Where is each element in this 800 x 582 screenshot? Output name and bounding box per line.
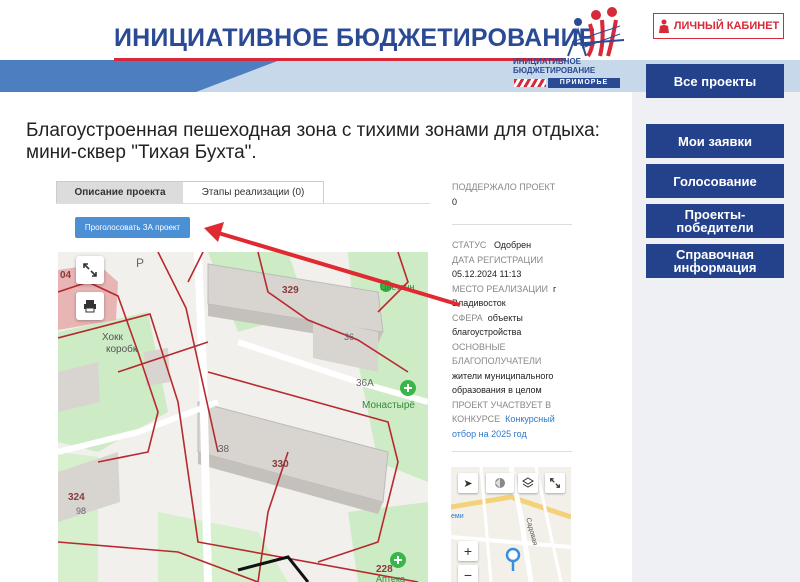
zoom-in-button[interactable]: + (458, 541, 478, 561)
map-label: Цветочн (380, 282, 415, 292)
plus-icon: + (463, 543, 473, 559)
print-button[interactable] (76, 292, 104, 320)
info-divider (452, 451, 572, 452)
reg-date-value: 05.12.2024 11:13 (452, 269, 522, 279)
map-label: 98 (76, 506, 87, 516)
personal-cabinet-button[interactable]: ЛИЧНЫЙ КАБИНЕТ (653, 13, 784, 39)
map-label: Аптека (376, 574, 406, 582)
status-label: СТАТУС (452, 240, 487, 250)
geolocate-button[interactable]: ➤ (458, 473, 478, 493)
user-icon (658, 19, 669, 33)
map-canvas (58, 252, 428, 582)
map-label: коробк (106, 344, 138, 355)
sidebar-item-label: Проекты-победители (676, 207, 754, 235)
location-map[interactable]: Садовая еми ➤ + − (451, 467, 571, 582)
status-value: Одобрен (493, 240, 532, 250)
sphere-label: СФЕРА (452, 312, 483, 323)
sidebar-item-label: Голосование (673, 173, 757, 189)
sidebar-item-all-projects[interactable]: Все проекты (646, 64, 784, 98)
printer-icon (84, 300, 96, 313)
vote-for-project-button[interactable]: Проголосовать ЗА проект (75, 217, 190, 238)
project-tabs: Описание проекта Этапы реализации (0) (56, 181, 324, 204)
project-title: Благоустроенная пешеходная зона с тихими… (26, 120, 600, 163)
info-divider (452, 224, 572, 225)
tab-description[interactable]: Описание проекта (57, 182, 183, 203)
layers-icon (522, 477, 534, 488)
sidebar-item-label: Все проекты (673, 73, 757, 89)
layers-button[interactable] (518, 473, 538, 493)
tab-stages[interactable]: Этапы реализации (0) (183, 182, 323, 203)
tabs-divider (56, 203, 430, 204)
sidebar-item-label: Мои заявки (678, 133, 752, 149)
project-info: ПОДДЕРЖАЛО ПРОЕКТ 0 (452, 180, 574, 209)
sidebar-item-voting[interactable]: Голосование (646, 164, 784, 198)
project-details: СТАТУС Одобрен ДАТА РЕГИСТРАЦИИ 05.12.20… (452, 238, 574, 441)
map-label: 330 (272, 459, 289, 470)
zoom-out-button[interactable]: − (458, 565, 478, 582)
place-label: МЕСТО РЕАЛИЗАЦИИ (452, 283, 548, 294)
sidebar-item-reference[interactable]: Справочная информация (646, 244, 784, 278)
beneficiaries-value: жители муниципального образования в цело… (452, 370, 554, 396)
reg-date-label: ДАТА РЕГИСТРАЦИИ (452, 254, 544, 265)
personal-cabinet-label: ЛИЧНЫЙ КАБИНЕТ (673, 20, 780, 32)
map-label: 329 (282, 285, 299, 296)
fullscreen-button[interactable] (76, 256, 104, 284)
logo-region: ПРИМОРЬЕ (548, 78, 620, 88)
title-underline (114, 58, 566, 61)
beneficiaries-label: ОСНОВНЫЕ БЛАГОПОЛУЧАТЕЛИ (452, 341, 542, 367)
logo-text: ИНИЦИАТИВНОЕ БЮДЖЕТИРОВАНИЕ (513, 57, 596, 75)
location-arrow-icon: ➤ (463, 477, 473, 490)
map-type-button[interactable] (486, 473, 514, 493)
map-label: Монастырё (362, 400, 415, 411)
map-label: 36 (344, 332, 355, 342)
map-label: Р (136, 256, 145, 270)
map-label: Хокк (102, 332, 123, 343)
map-label: 38 (218, 444, 230, 455)
supported-label: ПОДДЕРЖАЛО ПРОЕКТ (452, 182, 556, 192)
sidebar-item-label: Справочная информация (673, 247, 757, 275)
map-label: еми (451, 513, 464, 520)
supported-value: 0 (452, 196, 458, 207)
minus-icon: − (463, 567, 473, 582)
logo-stripes (514, 79, 546, 87)
map-label: 36А (356, 378, 374, 389)
map-type-icon (495, 478, 505, 488)
sidebar-item-my-applications[interactable]: Мои заявки (646, 124, 784, 158)
map-label: 04 (60, 270, 72, 281)
map-label: 324 (68, 492, 85, 503)
sidebar-item-winners[interactable]: Проекты-победители (646, 204, 784, 238)
expand-icon (83, 263, 97, 277)
expand-map-button[interactable] (545, 473, 565, 493)
expand-icon (550, 478, 560, 488)
project-map[interactable]: 329 36 36А Монастырё Цветочн 38 330 324 … (58, 252, 428, 582)
